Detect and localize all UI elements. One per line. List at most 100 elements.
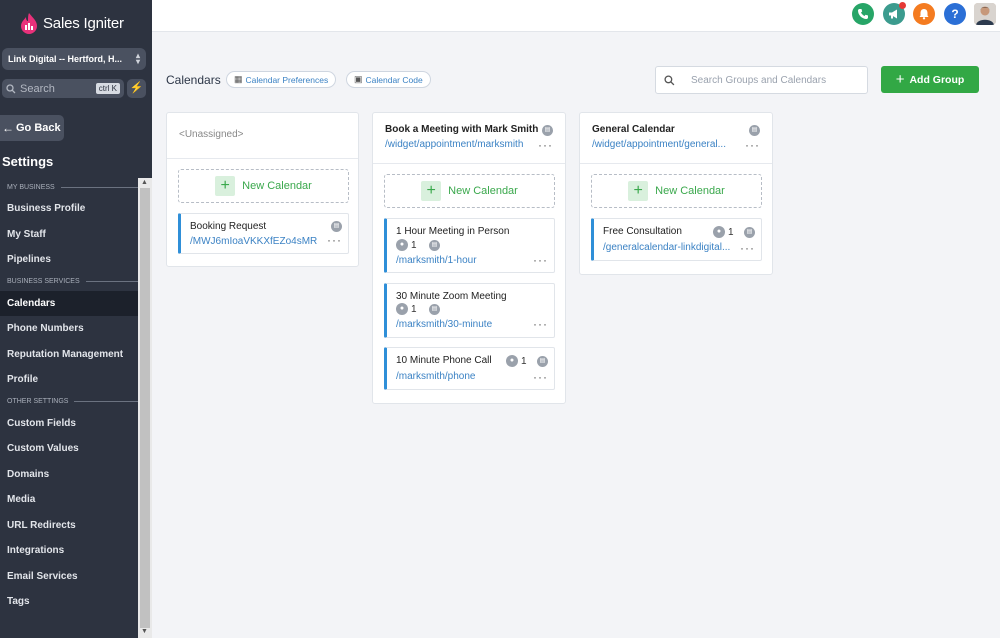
calendar-title: Booking Request xyxy=(190,221,267,232)
plus-icon: + xyxy=(421,181,442,201)
member-count-value: 1 xyxy=(728,226,734,238)
new-calendar-label: New Calendar xyxy=(448,185,518,197)
sidebar-item-my-staff[interactable]: My Staff xyxy=(0,222,138,248)
settings-nav: MY BUSINESS Business Profile My Staff Pi… xyxy=(0,178,138,615)
sidebar-item-phone-numbers[interactable]: Phone Numbers xyxy=(0,316,138,342)
calendar-preferences-label: Calendar Preferences xyxy=(245,74,329,85)
calendar-settings-icon: ▦ xyxy=(234,74,243,84)
calendar-group-book-a-meeting: Book a Meeting with Mark Smith /widget/a… xyxy=(372,112,566,404)
more-options-icon[interactable]: ··· xyxy=(533,254,548,266)
sidebar-scrollbar[interactable]: ▲ ▼ xyxy=(138,178,152,638)
scroll-up-icon[interactable]: ▲ xyxy=(141,179,148,186)
calendar-title: 30 Minute Zoom Meeting xyxy=(396,291,507,302)
location-switcher[interactable]: Link Digital -- Hertford, H... ▴ ▾ xyxy=(2,48,146,70)
group-title: <Unassigned> xyxy=(179,129,244,140)
user-icon: ● xyxy=(396,303,408,315)
sidebar-item-profile[interactable]: Profile xyxy=(0,367,138,393)
sidebar-item-tags[interactable]: Tags xyxy=(0,589,138,615)
calendar-code-label: Calendar Code xyxy=(365,74,423,85)
search-icon xyxy=(6,83,16,93)
calendar-code-button[interactable]: ▣ Calendar Code xyxy=(346,71,431,88)
chevron-updown-icon: ▴ ▾ xyxy=(135,51,140,66)
section-label: BUSINESS SERVICES xyxy=(7,278,80,285)
avatar[interactable] xyxy=(974,3,996,25)
member-count-value: 1 xyxy=(521,355,527,367)
more-options-icon[interactable]: ··· xyxy=(538,139,553,151)
group-link[interactable]: /widget/appointment/marksmith xyxy=(385,139,527,150)
sidebar-search[interactable]: Search ctrl K xyxy=(2,79,124,98)
lightning-icon[interactable]: ⚡ xyxy=(127,79,146,98)
brand-logo[interactable]: Sales Igniter xyxy=(20,10,124,36)
calendar-card[interactable]: Free Consultation ● 1 ▤ /generalcalendar… xyxy=(591,218,762,261)
user-icon: ● xyxy=(506,355,518,367)
help-icon[interactable]: ? xyxy=(944,3,966,25)
calendar-icon[interactable]: ▤ xyxy=(331,221,342,232)
top-bar: ? xyxy=(152,0,1000,32)
search-placeholder: Search Groups and Calendars xyxy=(691,74,827,86)
more-options-icon[interactable]: ··· xyxy=(745,139,760,151)
sidebar-item-calendars[interactable]: Calendars xyxy=(0,290,138,316)
megaphone-icon[interactable] xyxy=(883,2,906,25)
group-header: Book a Meeting with Mark Smith /widget/a… xyxy=(373,113,565,164)
sidebar-item-domains[interactable]: Domains xyxy=(0,462,138,488)
more-options-icon[interactable]: ··· xyxy=(533,371,548,383)
sidebar-item-reputation-management[interactable]: Reputation Management xyxy=(0,342,138,368)
sidebar-item-business-profile[interactable]: Business Profile xyxy=(0,196,138,222)
add-group-button[interactable]: + Add Group xyxy=(881,66,979,93)
divider xyxy=(60,186,138,188)
calendar-card[interactable]: 1 Hour Meeting in Person ● 1 ▤ /marksmit… xyxy=(384,218,555,273)
calendar-preferences-button[interactable]: ▦ Calendar Preferences xyxy=(226,71,337,88)
sidebar-item-custom-fields[interactable]: Custom Fields xyxy=(0,411,138,437)
calendar-link[interactable]: /marksmith/30-minute xyxy=(396,319,516,330)
member-count-value: 1 xyxy=(411,303,417,315)
search-label: Search xyxy=(20,82,55,95)
new-calendar-button[interactable]: + New Calendar xyxy=(384,174,555,208)
scroll-down-icon[interactable]: ▼ xyxy=(141,628,148,635)
group-title: General Calendar xyxy=(592,124,675,135)
calendar-link[interactable]: /marksmith/1-hour xyxy=(396,255,516,266)
scrollbar-thumb[interactable] xyxy=(140,188,150,628)
section-label: MY BUSINESS xyxy=(7,183,55,191)
groups-search-input[interactable]: Search Groups and Calendars xyxy=(655,66,868,94)
calendar-icon[interactable]: ▤ xyxy=(429,304,440,315)
member-count: ● 1 xyxy=(396,239,417,251)
more-options-icon[interactable]: ··· xyxy=(533,318,548,330)
more-options-icon[interactable]: ··· xyxy=(327,234,342,246)
calendar-code-icon: ▣ xyxy=(354,74,363,84)
go-back-label: Go Back xyxy=(16,122,61,134)
new-calendar-label: New Calendar xyxy=(242,180,312,192)
phone-icon[interactable] xyxy=(852,3,874,25)
bell-icon[interactable] xyxy=(913,3,935,25)
sidebar-item-integrations[interactable]: Integrations xyxy=(0,538,138,564)
calendar-card[interactable]: 30 Minute Zoom Meeting ● 1 ▤ /marksmith/… xyxy=(384,283,555,338)
calendar-card[interactable]: Booking Request ▤ /MWJ6mIoaVKKXfEZo4sMR … xyxy=(178,213,349,254)
sidebar-item-email-services[interactable]: Email Services xyxy=(0,564,138,590)
group-link[interactable]: /widget/appointment/general... xyxy=(592,139,734,150)
calendar-link[interactable]: /MWJ6mIoaVKKXfEZo4sMR xyxy=(190,236,318,247)
sidebar-item-media[interactable]: Media xyxy=(0,487,138,513)
calendar-icon[interactable]: ▤ xyxy=(537,356,548,367)
new-calendar-button[interactable]: + New Calendar xyxy=(178,169,349,203)
group-header: <Unassigned> xyxy=(167,113,358,159)
add-group-label: Add Group xyxy=(909,73,965,86)
user-icon: ● xyxy=(713,226,725,238)
go-back-button[interactable]: ← Go Back xyxy=(0,115,64,141)
calendar-icon[interactable]: ▤ xyxy=(744,227,755,238)
arrow-left-icon: ← xyxy=(2,121,14,135)
new-calendar-button[interactable]: + New Calendar xyxy=(591,174,762,208)
calendar-icon[interactable]: ▤ xyxy=(429,240,440,251)
search-shortcut: ctrl K xyxy=(95,83,120,94)
sidebar-item-url-redirects[interactable]: URL Redirects xyxy=(0,513,138,539)
calendar-link[interactable]: /marksmith/phone xyxy=(396,371,516,382)
user-icon: ● xyxy=(396,239,408,251)
calendar-link[interactable]: /generalcalendar-linkdigital... xyxy=(603,242,731,253)
sidebar-item-custom-values[interactable]: Custom Values xyxy=(0,436,138,462)
calendar-icon[interactable]: ▤ xyxy=(542,125,553,136)
calendar-card[interactable]: 10 Minute Phone Call ● 1 ▤ /marksmith/ph… xyxy=(384,347,555,390)
member-count: ● 1 xyxy=(713,226,734,238)
member-count: ● 1 xyxy=(396,303,417,315)
calendar-icon[interactable]: ▤ xyxy=(749,125,760,136)
more-options-icon[interactable]: ··· xyxy=(740,242,755,254)
sidebar-item-pipelines[interactable]: Pipelines xyxy=(0,247,138,273)
settings-title: Settings xyxy=(2,154,54,169)
